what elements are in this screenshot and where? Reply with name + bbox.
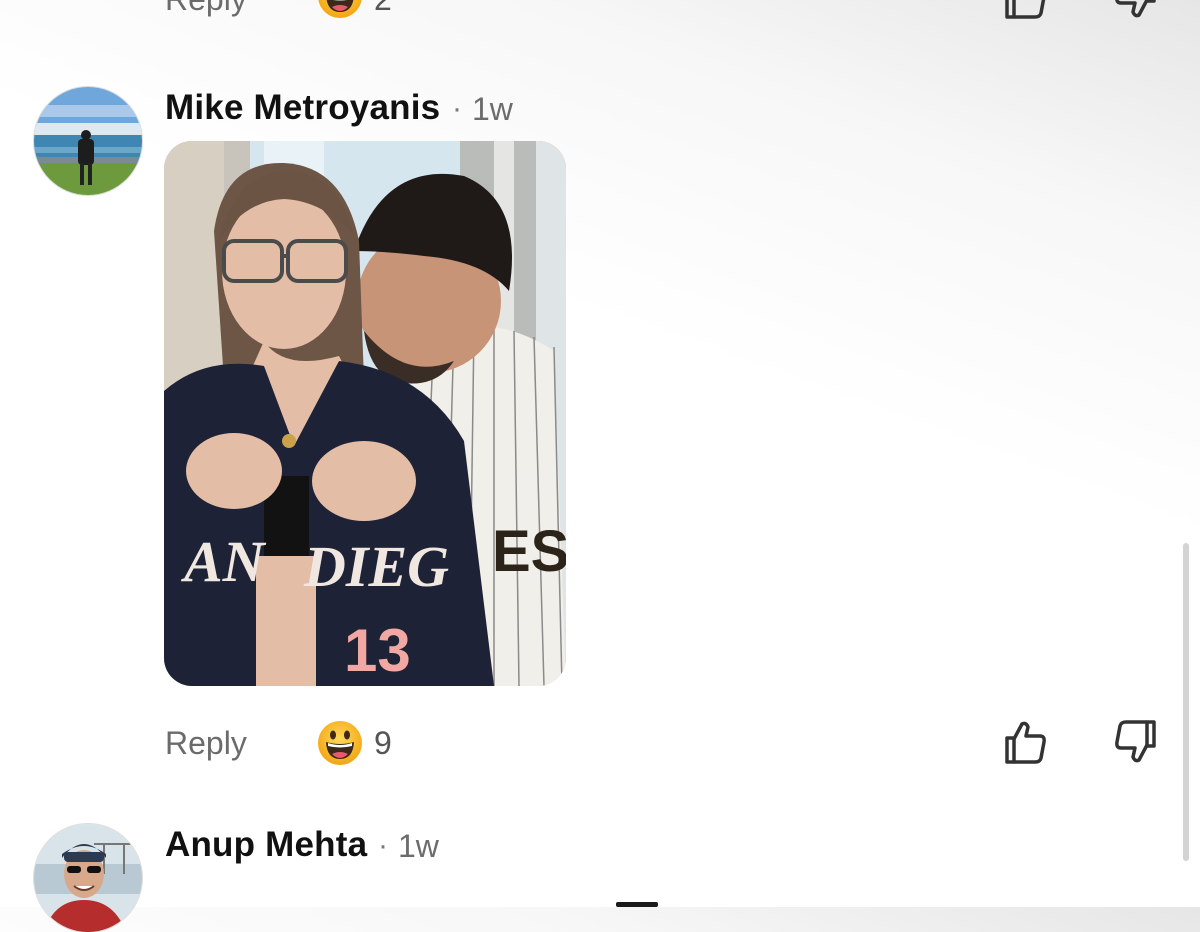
reply-button[interactable]: Reply (165, 0, 247, 18)
grinning-face-emoji-icon[interactable] (317, 0, 363, 19)
avatar[interactable] (34, 87, 142, 195)
reaction-count: 2 (374, 0, 392, 18)
comment-author[interactable]: Anup Mehta (165, 825, 367, 865)
thumbs-down-icon[interactable] (1112, 0, 1160, 21)
thumbs-up-icon[interactable] (1001, 0, 1049, 21)
thumbs-up-icon[interactable] (1001, 718, 1049, 766)
user-avatar-icon (34, 824, 142, 932)
attached-photo-icon: ES AN DIEG 13 (164, 141, 566, 686)
svg-text:AN: AN (181, 529, 267, 594)
top-comment-actions: Reply 2 (0, 0, 1200, 33)
comment-timestamp: 1w (472, 91, 513, 127)
reply-button[interactable]: Reply (165, 725, 247, 762)
comment-author[interactable]: Mike Metroyanis (165, 88, 440, 128)
comment-image[interactable]: ES AN DIEG 13 (164, 141, 566, 686)
avatar[interactable] (34, 824, 142, 932)
scrollbar[interactable] (1183, 543, 1189, 861)
partial-content-edge (616, 902, 658, 907)
grinning-face-emoji-icon[interactable] (317, 720, 363, 766)
thumbs-down-icon[interactable] (1112, 718, 1160, 766)
svg-text:DIEG: DIEG (303, 534, 449, 599)
comment-actions: Reply 9 (0, 718, 1200, 778)
svg-text:13: 13 (344, 617, 411, 684)
separator: · (452, 92, 462, 125)
user-avatar-icon (34, 87, 142, 195)
separator: · (378, 829, 388, 862)
reaction-count: 9 (374, 725, 392, 761)
comment-timestamp: 1w (398, 828, 439, 864)
svg-text:ES: ES (492, 519, 566, 584)
